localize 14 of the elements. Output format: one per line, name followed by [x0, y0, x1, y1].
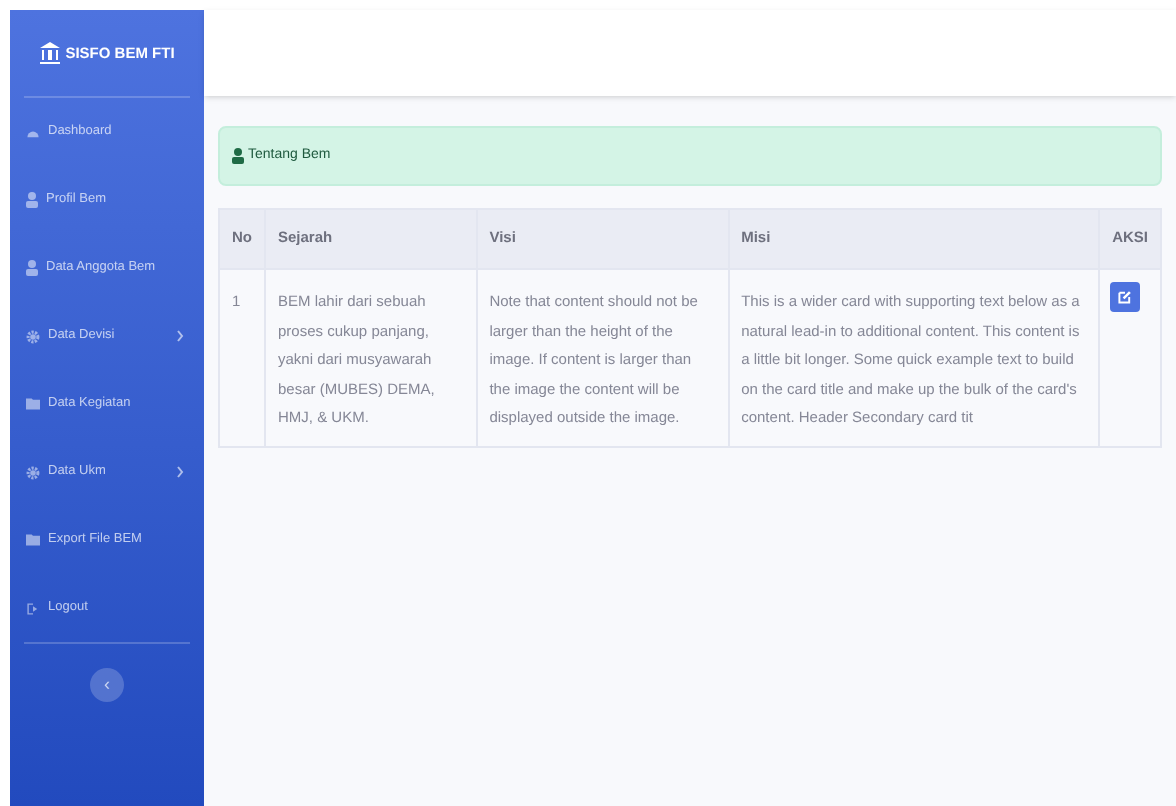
- user-tie-icon: [232, 148, 244, 164]
- chevron-right-icon: [176, 330, 184, 342]
- user-icon: [26, 192, 38, 208]
- edit-icon: [1118, 290, 1133, 304]
- folder-icon: [26, 398, 40, 410]
- gear-icon: [26, 329, 40, 343]
- chevron-right-icon: [176, 466, 184, 478]
- sidebar-toggle-button[interactable]: ‹: [90, 668, 124, 702]
- folder-icon: [26, 534, 40, 546]
- gear-icon: [26, 465, 40, 479]
- edit-button[interactable]: [1110, 282, 1141, 312]
- building-icon: [39, 42, 60, 64]
- logout-icon: [26, 601, 40, 615]
- user-icon: [26, 260, 38, 276]
